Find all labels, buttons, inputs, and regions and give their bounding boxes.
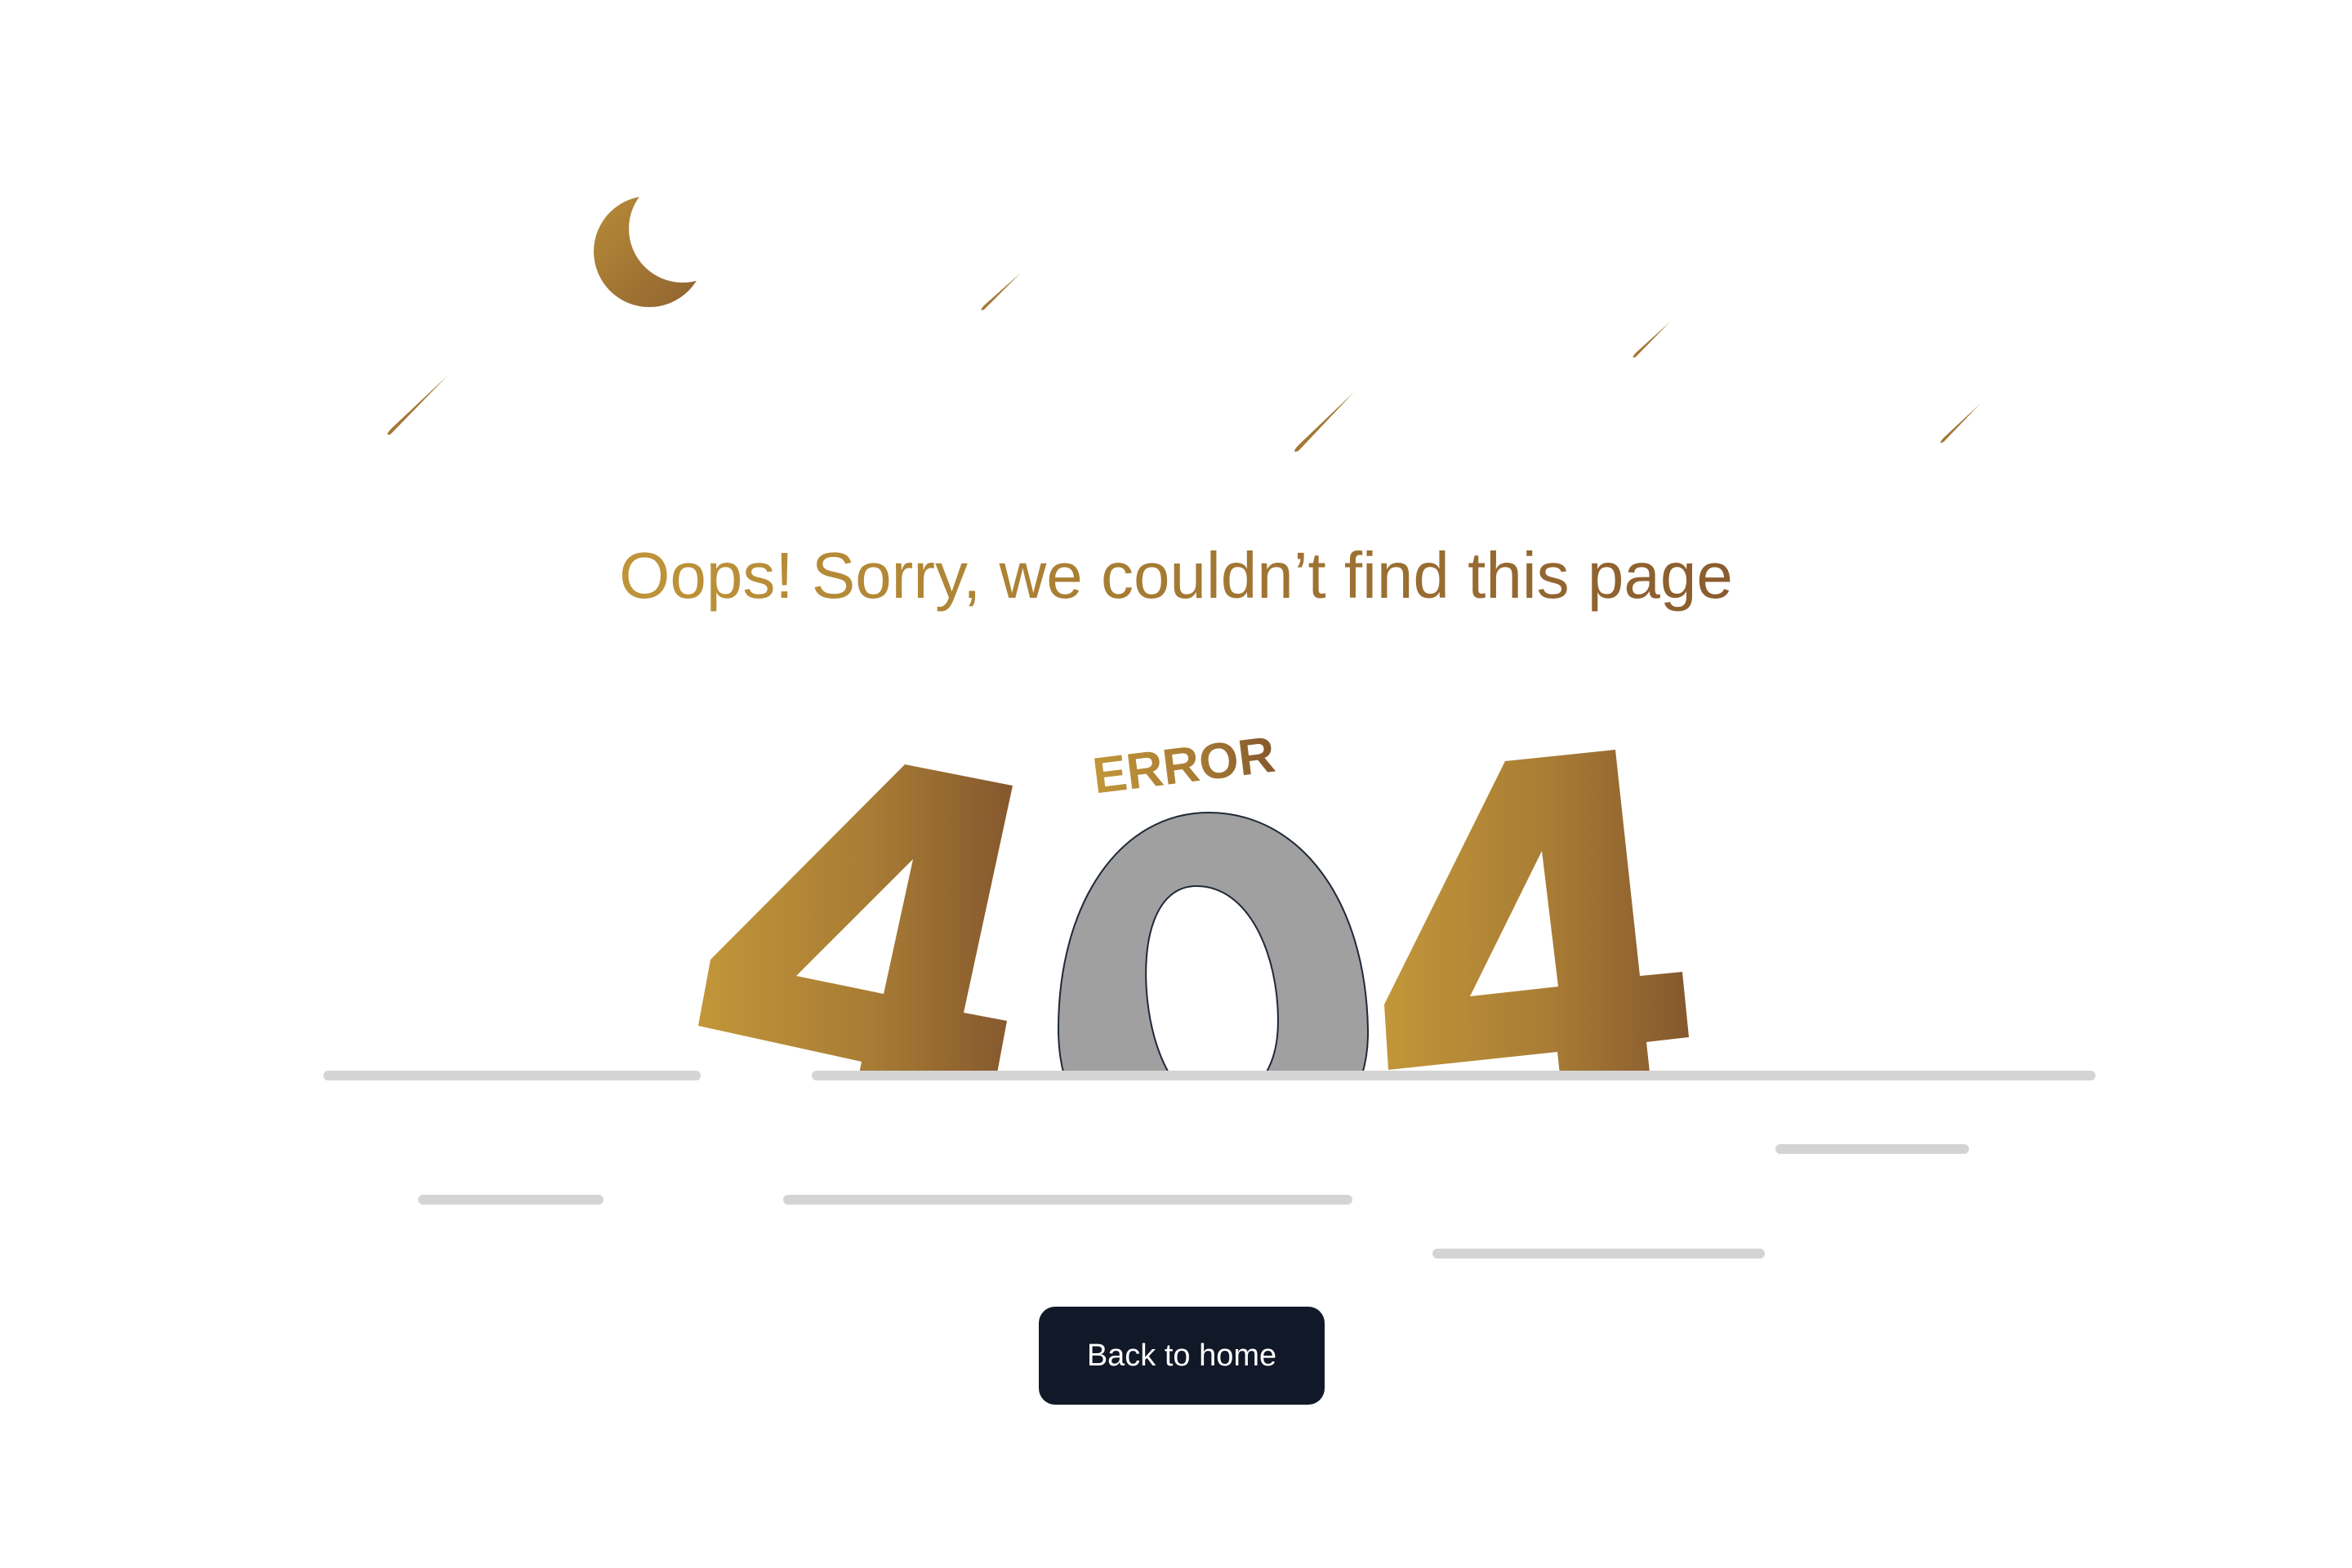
- shooting-star-icon: [1294, 392, 1354, 452]
- left-four-digit: [698, 764, 1013, 1074]
- right-four-digit: [1384, 750, 1689, 1074]
- back-to-home-button[interactable]: Back to home: [1039, 1307, 1325, 1405]
- moon-icon: [572, 163, 735, 327]
- error-headline-text: Oops! Sorry, we couldn’t find this page: [619, 539, 1733, 612]
- shooting-star-icon: [981, 273, 1021, 310]
- ground-lines: [323, 1071, 2096, 1258]
- error-404-page: ERROR Oops! Sorry, we couldn’t find this…: [0, 0, 2352, 1568]
- shooting-star-icon: [1633, 322, 1670, 358]
- shooting-star-icon: [1940, 403, 1980, 443]
- error-label: ERROR: [1089, 727, 1278, 805]
- error-headline: Oops! Sorry, we couldn’t find this page: [0, 531, 2352, 621]
- middle-zero-digit: [1057, 811, 1370, 1074]
- shooting-star-icon: [387, 376, 448, 435]
